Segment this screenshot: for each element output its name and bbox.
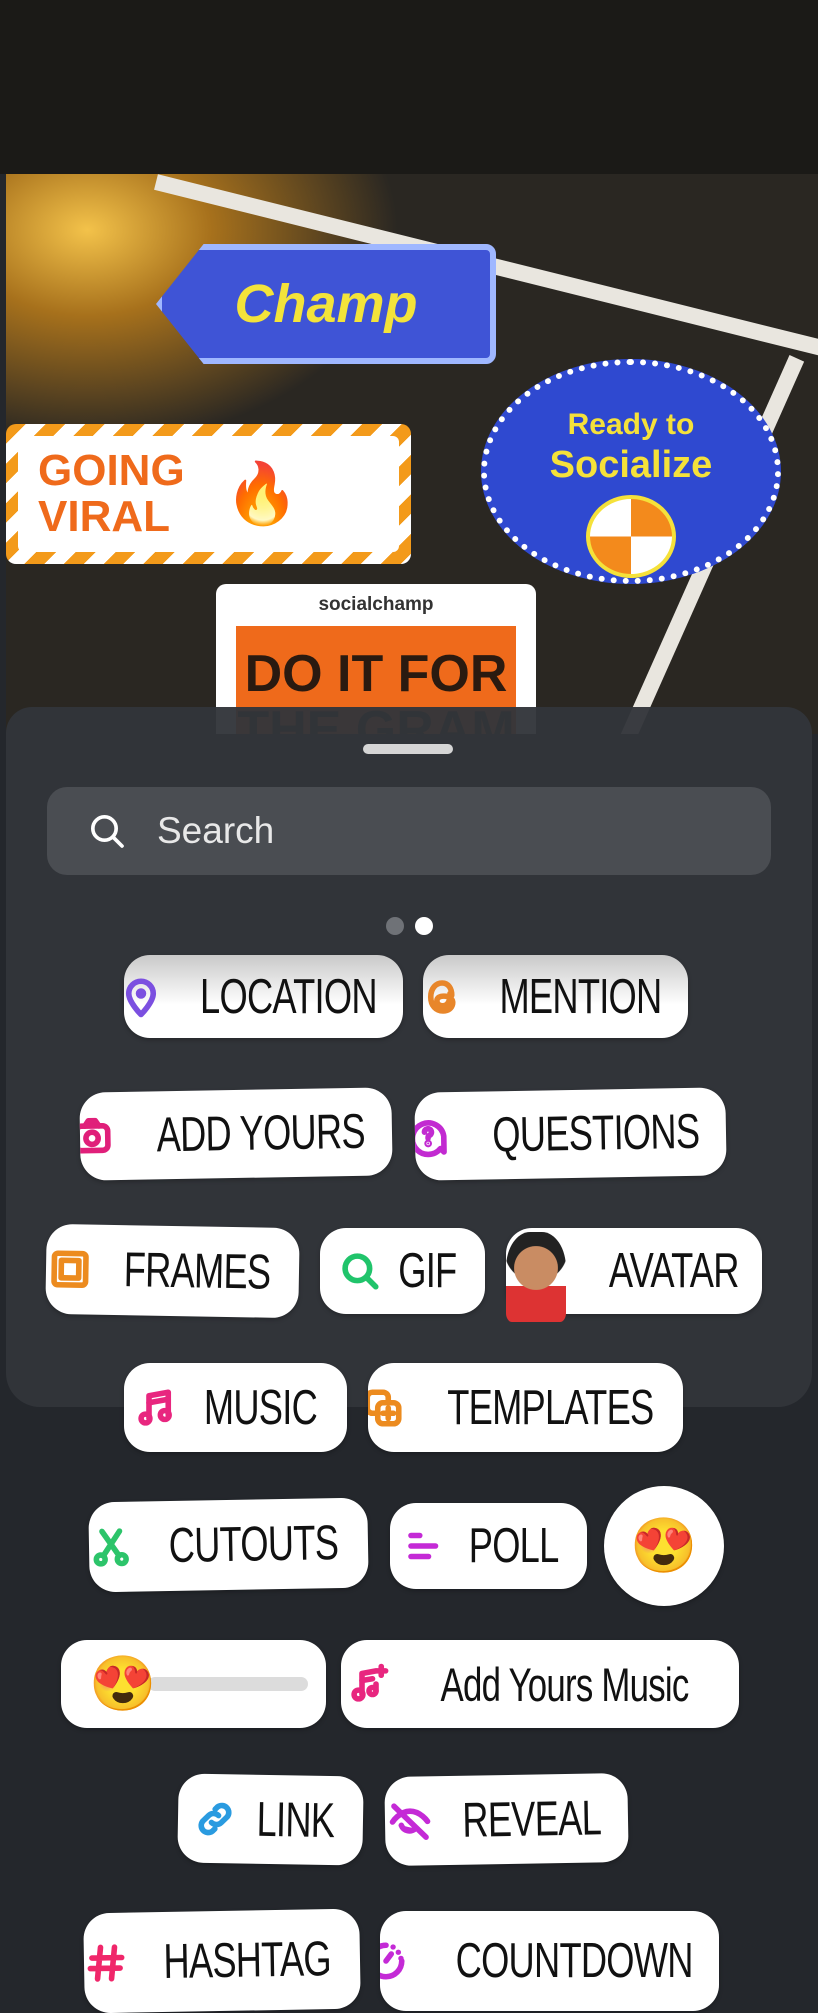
eye-off-icon	[387, 1799, 432, 1844]
background-photo: Champ GOING VIRAL 🔥 Ready to Socialize soc…	[6, 174, 818, 734]
sticker-emoji-slider[interactable]: 😍	[61, 1640, 326, 1728]
socialize-sign: Ready to Socialize	[481, 359, 781, 584]
sticker-countdown[interactable]: COUNTDOWN	[380, 1911, 719, 2011]
slider-track	[148, 1677, 309, 1691]
avatar-icon	[506, 1232, 567, 1322]
sticker-cutouts[interactable]: CUTOUTS	[88, 1497, 369, 1593]
page-dot-2-active[interactable]	[415, 917, 433, 935]
sticker-location[interactable]: LOCATION	[124, 955, 403, 1038]
search-placeholder: Search	[157, 810, 275, 851]
question-bubble-icon	[414, 1114, 450, 1159]
sticker-reveal[interactable]: REVEAL	[384, 1772, 629, 1867]
sticker-link[interactable]: LINK	[177, 1773, 364, 1866]
timer-icon	[380, 1939, 408, 1983]
page-dot-1[interactable]	[386, 917, 404, 935]
music-plus-icon	[347, 1662, 391, 1706]
drag-handle[interactable]	[363, 744, 453, 754]
location-pin-icon	[124, 975, 163, 1019]
sticker-music[interactable]: MUSIC	[124, 1363, 347, 1452]
sticker-add-yours[interactable]: ADD YOURS	[79, 1087, 393, 1181]
search-gif-icon	[338, 1249, 382, 1293]
sticker-questions[interactable]: QUESTIONS	[414, 1087, 727, 1181]
top-bar	[0, 0, 818, 174]
champ-sign: Champ	[156, 244, 496, 364]
sticker-poll[interactable]: POLL	[390, 1503, 587, 1589]
search-icon	[91, 815, 124, 848]
threads-at-icon	[423, 975, 465, 1019]
camera-icon	[79, 1114, 114, 1159]
poll-lines-icon	[403, 1524, 447, 1568]
frame-icon	[48, 1247, 93, 1292]
templates-plus-icon	[368, 1386, 405, 1430]
sticker-mention[interactable]: MENTION	[423, 955, 688, 1038]
going-viral-sign: GOING VIRAL 🔥	[6, 424, 411, 564]
sticker-gif[interactable]: GIF	[320, 1228, 485, 1314]
link-icon	[193, 1796, 238, 1841]
sticker-add-yours-music[interactable]: Add Yours Music	[341, 1640, 739, 1728]
sticker-emoji-reaction[interactable]: 😍	[604, 1486, 724, 1606]
hashtag-icon	[84, 1941, 129, 1986]
sticker-avatar[interactable]: AVATAR	[506, 1228, 762, 1322]
search-input[interactable]: Search	[47, 787, 771, 875]
sticker-hashtag[interactable]: HASHTAG	[83, 1908, 361, 2013]
sticker-frames[interactable]: FRAMES	[45, 1223, 300, 1319]
scissors-icon	[89, 1525, 134, 1570]
sticker-templates[interactable]: TEMPLATES	[368, 1363, 683, 1452]
music-note-icon	[134, 1386, 178, 1430]
